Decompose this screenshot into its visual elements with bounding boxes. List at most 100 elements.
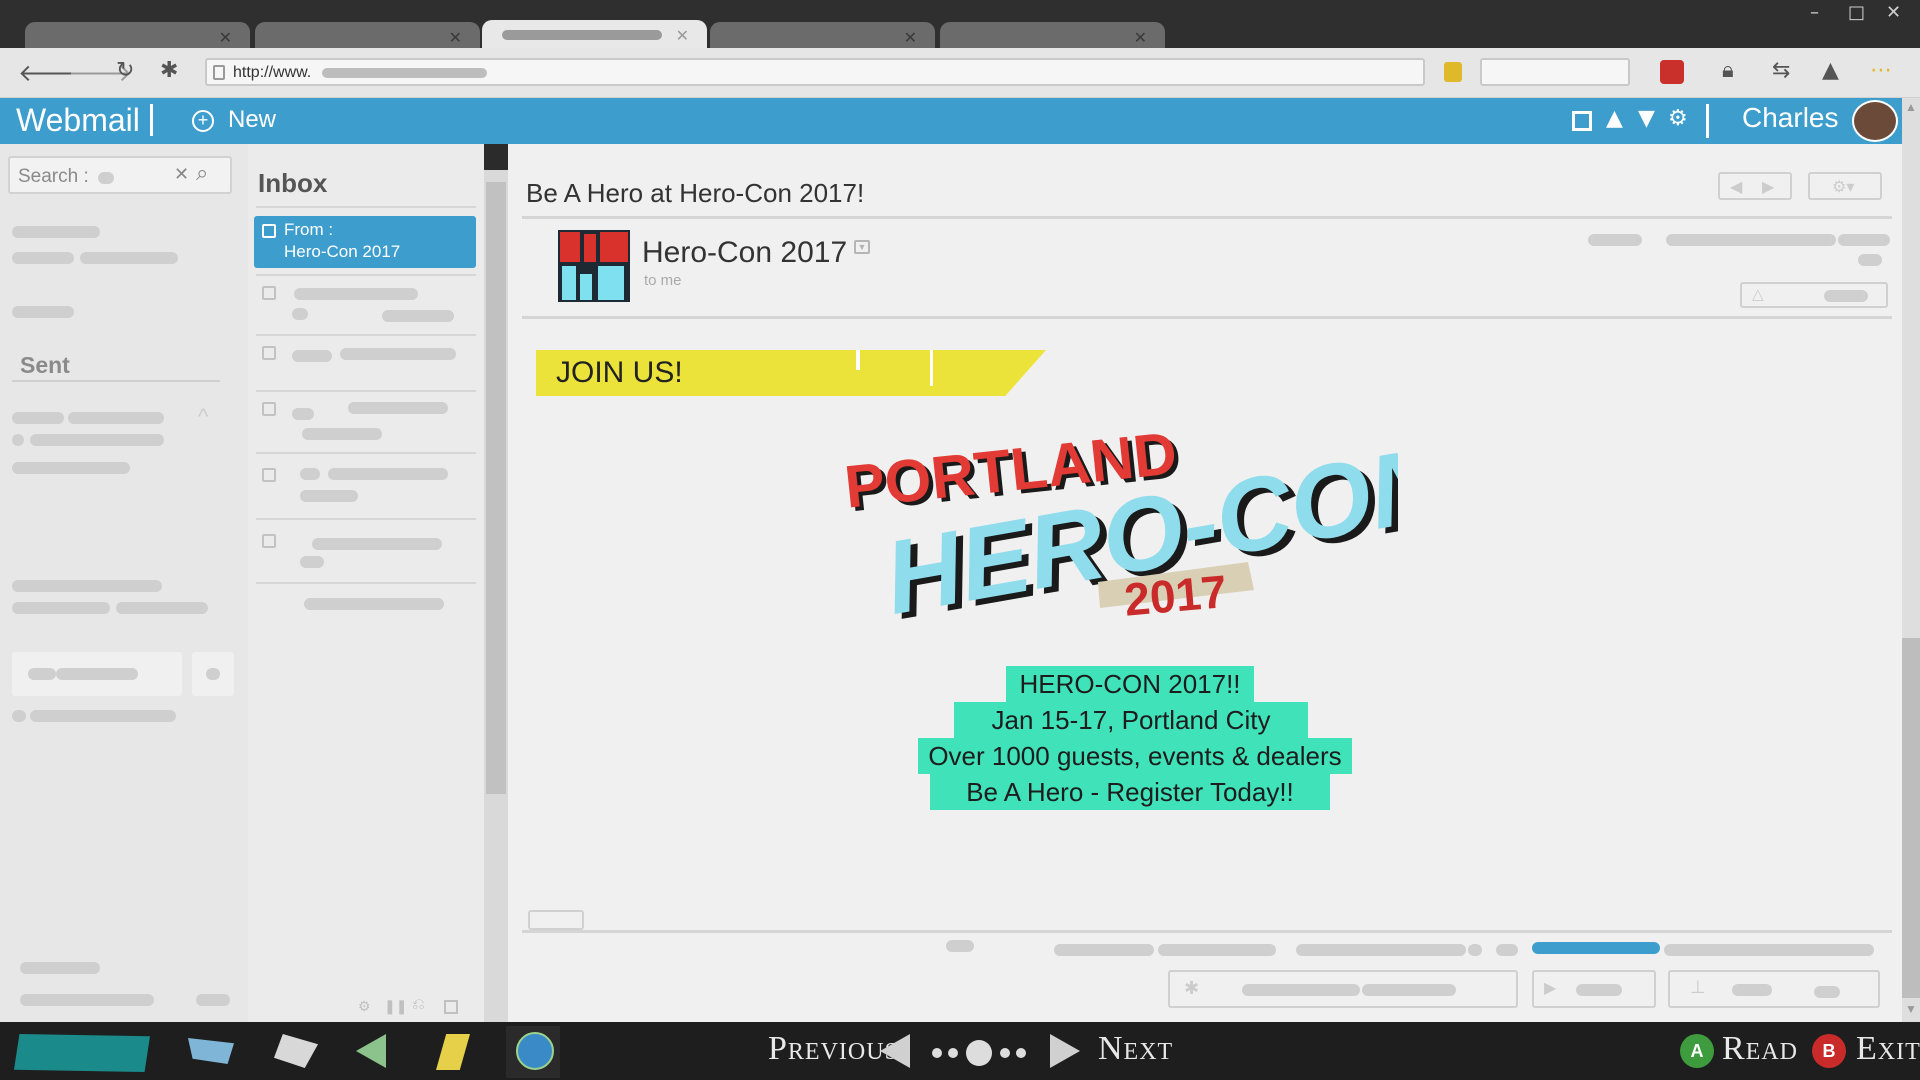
previous-label[interactable]: Previous bbox=[768, 1030, 899, 1068]
banner-text: JOIN US! bbox=[556, 356, 683, 389]
page-dot bbox=[932, 1048, 942, 1058]
attach-button[interactable]: ⊥ bbox=[1668, 970, 1880, 1008]
close-tab-icon[interactable]: ✕ bbox=[219, 28, 232, 47]
search-input[interactable]: Search : ✕ ⌕ bbox=[8, 156, 232, 194]
item-checkbox[interactable] bbox=[262, 346, 276, 360]
search-icon[interactable]: ⌕ bbox=[196, 161, 208, 186]
list-footer-icon[interactable] bbox=[444, 1000, 458, 1014]
browser-tab-bar: ✕ ✕ ✕ ✕ ✕ – □ ✕ bbox=[0, 0, 1920, 50]
globe-icon[interactable] bbox=[516, 1032, 554, 1070]
bookmark-icon[interactable] bbox=[1444, 62, 1462, 82]
play-icon: ▶ bbox=[1544, 980, 1557, 997]
plus-icon: + bbox=[192, 110, 214, 132]
join-us-banner: JOIN US! bbox=[536, 350, 1046, 396]
shard-icon[interactable] bbox=[274, 1034, 318, 1068]
browser-tab[interactable]: ✕ bbox=[255, 22, 480, 50]
minimize-icon[interactable]: – bbox=[1810, 2, 1819, 23]
sidebar-folder-item[interactable] bbox=[12, 652, 182, 696]
folder-sidebar: Search : ✕ ⌕ Sent ^ bbox=[0, 144, 248, 1022]
app-title: Webmail bbox=[16, 102, 140, 138]
title-divider bbox=[150, 104, 153, 136]
browser-tab[interactable]: ✕ bbox=[710, 22, 935, 50]
alert-icon[interactable]: ▲ bbox=[1822, 58, 1839, 83]
next-arrow-icon[interactable] bbox=[1050, 1034, 1080, 1068]
note-icon[interactable] bbox=[436, 1034, 470, 1070]
item-checkbox[interactable] bbox=[262, 468, 276, 482]
extension-icon[interactable] bbox=[1660, 60, 1684, 84]
close-tab-icon[interactable]: ✕ bbox=[449, 28, 462, 47]
up-arrow-icon[interactable]: ▲ bbox=[1606, 106, 1623, 131]
reply-options[interactable]: △ bbox=[1740, 282, 1888, 308]
browser-nav-bar: 🡐 🡒 ↻ ✱ http://www. 🔒︎ ⇆ ▲ ⋯ bbox=[0, 48, 1920, 98]
page-dot-current bbox=[966, 1040, 992, 1066]
reload-icon[interactable]: ↻ bbox=[116, 58, 134, 83]
sender-name: Hero-Con 2017 bbox=[642, 236, 848, 269]
game-logo bbox=[14, 1034, 150, 1072]
user-name[interactable]: Charles bbox=[1742, 102, 1838, 134]
item-checkbox[interactable] bbox=[262, 534, 276, 548]
avatar[interactable] bbox=[1852, 100, 1898, 142]
list-footer-icon[interactable]: ❚❚ bbox=[384, 998, 407, 1015]
share-icon[interactable]: ⇆ bbox=[1772, 58, 1790, 83]
close-tab-icon[interactable]: ✕ bbox=[904, 28, 917, 47]
list-item-selected[interactable]: From : Hero-Con 2017 bbox=[254, 216, 476, 268]
header-divider bbox=[1706, 104, 1709, 138]
email-options-button[interactable]: ⚙▾ bbox=[1808, 172, 1882, 200]
list-footer-icon[interactable]: ⚙ bbox=[358, 998, 371, 1015]
compose-reply-box[interactable]: ✱ bbox=[1168, 970, 1518, 1008]
hat-icon[interactable] bbox=[188, 1038, 234, 1064]
browser-tab[interactable]: ✕ bbox=[940, 22, 1165, 50]
chevron-up-icon[interactable]: ^ bbox=[198, 404, 208, 430]
window-icon[interactable] bbox=[1572, 111, 1592, 131]
maximize-icon[interactable]: □ bbox=[1848, 2, 1865, 23]
email-nav-arrows[interactable]: ◀ ▶ bbox=[1718, 172, 1792, 200]
previous-email-icon[interactable]: ◀ bbox=[1730, 177, 1742, 197]
info-line: Be A Hero - Register Today!! bbox=[930, 774, 1330, 810]
a-button-icon[interactable]: A bbox=[1680, 1034, 1714, 1068]
attachment-chip[interactable] bbox=[528, 910, 584, 930]
triangle-icon[interactable] bbox=[356, 1034, 386, 1068]
folder-sent[interactable]: Sent bbox=[20, 352, 70, 379]
scrollbar-thumb[interactable] bbox=[1902, 638, 1920, 998]
close-tab-icon[interactable]: ✕ bbox=[1134, 28, 1147, 47]
info-line: Over 1000 guests, events & dealers bbox=[918, 738, 1352, 774]
inbox-label: Inbox bbox=[258, 168, 328, 198]
scroll-up-icon[interactable]: ▲ bbox=[1905, 100, 1917, 114]
item-checkbox[interactable] bbox=[262, 402, 276, 416]
page-icon bbox=[213, 65, 225, 80]
gear-icon[interactable]: ⚙ bbox=[1668, 106, 1688, 131]
browser-tab-active[interactable]: ✕ bbox=[482, 20, 707, 50]
b-button-icon[interactable]: B bbox=[1812, 1034, 1846, 1068]
next-label[interactable]: Next bbox=[1098, 1030, 1173, 1068]
scrollbar-thumb[interactable] bbox=[486, 182, 506, 794]
item-checkbox[interactable] bbox=[262, 286, 276, 300]
close-tab-icon[interactable]: ✕ bbox=[676, 26, 689, 45]
url-bar[interactable]: http://www. bbox=[205, 58, 1425, 86]
game-control-bar: Previous Next A Read B Exit bbox=[0, 1022, 1920, 1080]
read-label[interactable]: Read bbox=[1722, 1030, 1798, 1068]
scroll-down-icon[interactable]: ▼ bbox=[1905, 1002, 1917, 1016]
url-text: http://www. bbox=[233, 64, 312, 81]
close-window-icon[interactable]: ✕ bbox=[1886, 2, 1901, 23]
page-scrollbar[interactable]: ▲ ▼ bbox=[1902, 98, 1920, 1022]
exit-label[interactable]: Exit bbox=[1856, 1030, 1920, 1068]
warning-icon: △ bbox=[1752, 286, 1764, 303]
browser-search-box[interactable] bbox=[1480, 58, 1630, 86]
more-menu-icon[interactable]: ⋯ bbox=[1870, 58, 1892, 83]
down-arrow-icon[interactable]: ▼ bbox=[1638, 106, 1655, 131]
browser-tab[interactable]: ✕ bbox=[25, 22, 250, 50]
hero-con-logo-icon bbox=[558, 230, 630, 302]
lock-icon[interactable]: 🔒︎ bbox=[1722, 58, 1734, 83]
dropdown-icon[interactable]: ▼ bbox=[854, 240, 870, 254]
progress-bar bbox=[1532, 942, 1660, 954]
options-dropdown-icon: ⚙▾ bbox=[1832, 179, 1855, 196]
next-email-icon[interactable]: ▶ bbox=[1762, 177, 1774, 197]
send-button[interactable]: ▶ bbox=[1532, 970, 1656, 1008]
item-checkbox[interactable] bbox=[262, 224, 276, 238]
new-message-button[interactable]: New bbox=[228, 106, 276, 134]
settings-gear-icon[interactable]: ✱ bbox=[160, 58, 178, 83]
clear-search-icon[interactable]: ✕ bbox=[174, 164, 189, 185]
page-dot bbox=[1016, 1048, 1026, 1058]
list-footer-icon[interactable]: ⎌ bbox=[412, 996, 425, 1014]
hero-con-logo: PORTLAND PORTLAND HERO-CON HERO-CON 2017 bbox=[841, 419, 1398, 622]
